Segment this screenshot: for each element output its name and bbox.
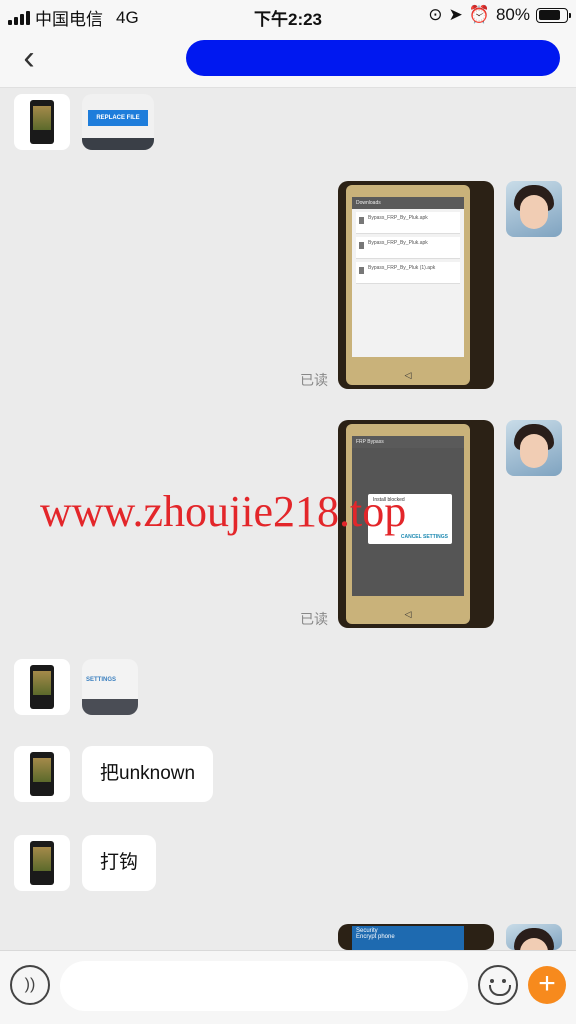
avatar[interactable] bbox=[14, 659, 70, 715]
avatar-face bbox=[520, 195, 548, 229]
image-message[interactable]: REPLACE FILE bbox=[82, 94, 154, 150]
download-item: Bypass_FRP_By_Pluk.apk bbox=[356, 212, 460, 234]
image-message[interactable]: Security Encrypt phone bbox=[338, 924, 494, 950]
status-bar: 中国电信 4G 下午2:23 ⊙ ➤ ⏰ 80% bbox=[0, 0, 576, 30]
photo-screen: Downloads Bypass_FRP_By_Pluk.apk Bypass_… bbox=[352, 197, 464, 357]
read-receipt: 已读 bbox=[300, 372, 328, 388]
input-bar: )) + bbox=[0, 950, 576, 1024]
avatar[interactable] bbox=[506, 181, 562, 237]
avatar[interactable] bbox=[506, 420, 562, 476]
download-item: Bypass_FRP_By_Pluk.apk bbox=[356, 237, 460, 259]
alarm-icon: ⏰ bbox=[468, 5, 490, 24]
battery-percent: 80% bbox=[495, 5, 530, 24]
watermark: www.zhoujie218.top bbox=[40, 487, 407, 536]
image-caption: REPLACE FILE bbox=[88, 110, 148, 126]
phone-avatar-icon bbox=[30, 841, 54, 885]
dialog-buttons: CANCEL SETTINGS bbox=[400, 534, 448, 540]
chevron-left-icon[interactable]: ‹ bbox=[14, 40, 44, 76]
image-message[interactable]: Downloads Bypass_FRP_By_Pluk.apk Bypass_… bbox=[338, 181, 494, 389]
photo-screen: Security Encrypt phone bbox=[352, 926, 464, 950]
message-input[interactable] bbox=[60, 961, 468, 1011]
screen-back-key: ◁ bbox=[404, 609, 412, 619]
battery-fill bbox=[538, 10, 561, 20]
location-icon: ➤ bbox=[448, 5, 463, 24]
phone-avatar-icon bbox=[30, 665, 54, 709]
avatar[interactable] bbox=[506, 924, 562, 950]
chat-header: ‹ bbox=[0, 30, 576, 88]
image-background bbox=[82, 699, 138, 715]
text-message[interactable]: 把unknown bbox=[82, 746, 214, 802]
screen-header: Downloads bbox=[352, 197, 464, 209]
plus-icon[interactable]: + bbox=[528, 966, 566, 1004]
avatar-face bbox=[520, 434, 548, 468]
text-message[interactable]: 打钩 bbox=[82, 835, 157, 891]
avatar[interactable] bbox=[14, 94, 70, 150]
screen-line: Encrypt phone bbox=[356, 934, 395, 940]
status-right: ⊙ ➤ ⏰ 80% bbox=[428, 5, 571, 25]
contact-name-redacted bbox=[186, 40, 560, 76]
phone-avatar-icon bbox=[30, 100, 54, 144]
image-message[interactable]: SETTINGS bbox=[82, 659, 138, 715]
rotation-lock-icon: ⊙ bbox=[428, 5, 443, 24]
avatar[interactable] bbox=[14, 835, 70, 891]
emoji-icon[interactable] bbox=[478, 965, 518, 1005]
avatar[interactable] bbox=[14, 746, 70, 802]
download-item: Bypass_FRP_By_Pluk (1).apk bbox=[356, 262, 460, 284]
read-receipt: 已读 bbox=[300, 611, 328, 627]
screen-back-key: ◁ bbox=[404, 370, 412, 380]
screen-header: FRP Bypass bbox=[352, 436, 464, 448]
battery-icon bbox=[536, 7, 571, 23]
image-caption: SETTINGS bbox=[86, 677, 117, 683]
photo-phone: Downloads Bypass_FRP_By_Pluk.apk Bypass_… bbox=[346, 185, 470, 385]
image-background bbox=[82, 138, 154, 150]
voice-icon[interactable]: )) bbox=[10, 965, 50, 1005]
phone-avatar-icon bbox=[30, 752, 54, 796]
